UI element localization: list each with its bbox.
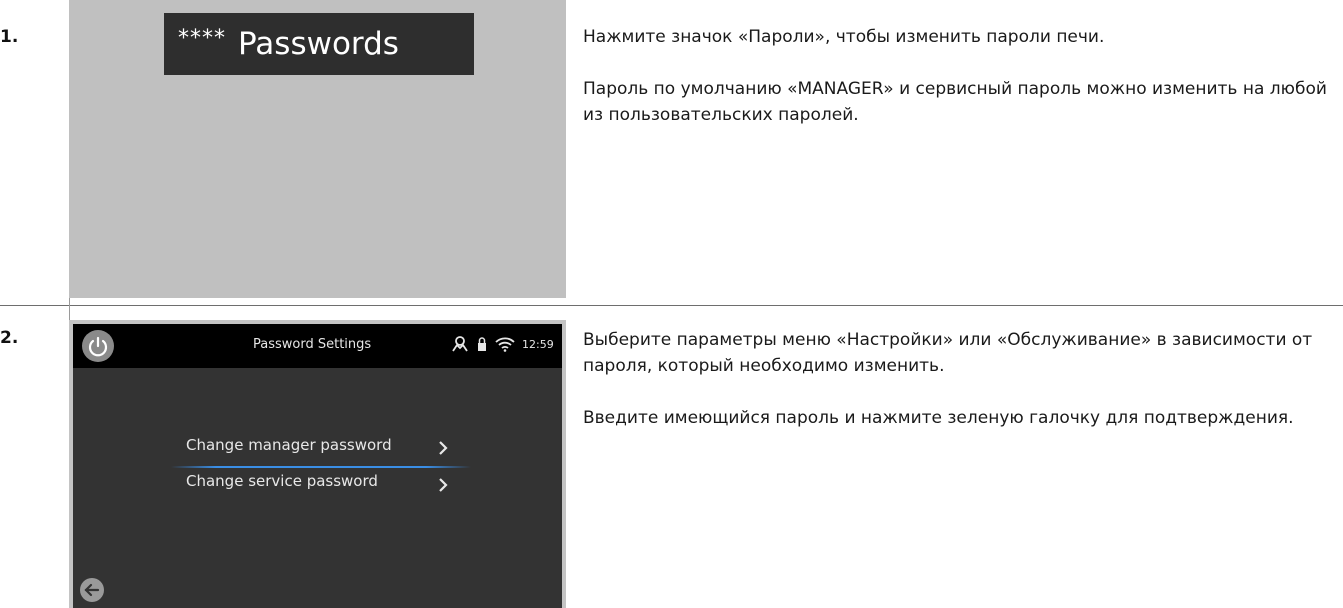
change-service-password-item[interactable]: Change service password	[186, 472, 378, 490]
step-1-text-1: Нажмите значок «Пароли», чтобы изменить …	[583, 27, 1105, 47]
status-icons	[451, 335, 515, 353]
clock: 12:59	[522, 338, 554, 351]
step-1-description: Нажмите значок «Пароли», чтобы изменить …	[583, 24, 1328, 128]
chevron-right-icon[interactable]	[438, 477, 448, 496]
lock-icon	[477, 336, 487, 352]
menu-item-label: Change manager password	[186, 436, 392, 454]
user-icon	[451, 335, 469, 353]
wifi-icon	[495, 336, 515, 352]
step-2-text-2: Введите имеющийся пароль и нажмите зелен…	[583, 408, 1294, 428]
menu-item-label: Change service password	[186, 472, 378, 490]
step-number-2: 2.	[0, 328, 19, 348]
passwords-label: Passwords	[238, 26, 399, 62]
password-stars-icon: ****	[178, 25, 226, 51]
step-2-description: Выберите параметры меню «Настройки» или …	[583, 327, 1328, 431]
back-arrow-icon[interactable]	[80, 578, 104, 602]
change-manager-password-item[interactable]: Change manager password	[186, 436, 392, 454]
step-2-text-1: Выберите параметры меню «Настройки» или …	[583, 330, 1313, 376]
step-number-1: 1.	[0, 27, 19, 47]
chevron-right-icon[interactable]	[438, 440, 448, 459]
power-icon[interactable]	[82, 330, 114, 362]
device-screen: Password Settings 12:59 Change manager p…	[69, 320, 566, 608]
row-divider	[0, 305, 1343, 306]
screen-title: Password Settings	[253, 337, 372, 352]
passwords-icon-panel: **** Passwords	[69, 0, 566, 298]
column-divider	[69, 298, 70, 322]
screen-content: Password Settings 12:59 Change manager p…	[73, 324, 562, 608]
selection-indicator	[171, 466, 471, 468]
status-bar: Password Settings 12:59	[73, 324, 562, 368]
step-1-text-2: Пароль по умолчанию «MANAGER» и сервисны…	[583, 79, 1327, 125]
passwords-button[interactable]: **** Passwords	[164, 13, 474, 75]
